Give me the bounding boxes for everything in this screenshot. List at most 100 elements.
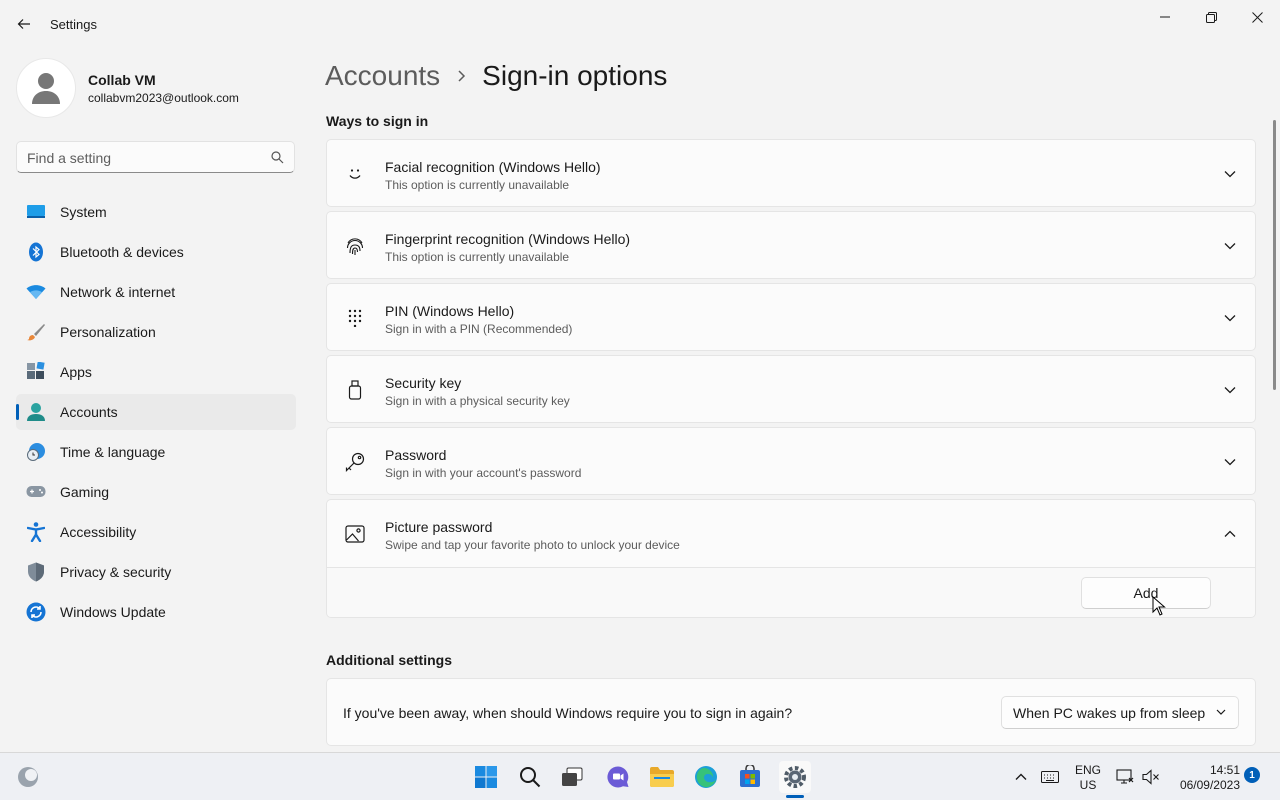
sidebar-item-windows-update[interactable]: Windows Update [16, 594, 296, 630]
language-indicator[interactable]: ENG US [1068, 763, 1108, 793]
user-avatar-icon [32, 73, 60, 104]
store-icon[interactable] [734, 761, 766, 793]
back-button[interactable] [10, 10, 38, 38]
sidebar-item-label: Time & language [60, 444, 166, 460]
card-header[interactable]: PIN (Windows Hello) Sign in with a PIN (… [327, 284, 1255, 351]
chevron-down-icon[interactable] [1223, 383, 1237, 397]
sidebar-item-label: Windows Update [60, 604, 166, 620]
search-icon[interactable] [271, 151, 284, 164]
user-profile: Collab VM collabvm2023@outlook.com [16, 58, 296, 118]
sidebar-item-label: Personalization [60, 324, 156, 340]
sidebar-item-network[interactable]: Network & internet [16, 274, 296, 310]
option-title: PIN (Windows Hello) [385, 303, 515, 319]
chevron-up-icon[interactable] [1006, 761, 1036, 793]
file-explorer-icon[interactable] [646, 761, 678, 793]
avatar [16, 58, 76, 118]
card-header[interactable]: Picture password Swipe and tap your favo… [327, 500, 1255, 567]
option-subtitle: Sign in with a PIN (Recommended) [385, 322, 573, 336]
picture-icon [345, 524, 365, 544]
taskbar: ENG US 14:51 06/09/2023 [0, 752, 1280, 800]
start-icon[interactable] [470, 761, 502, 793]
sidebar-item-bluetooth[interactable]: Bluetooth & devices [16, 234, 296, 270]
card-header[interactable]: Security key Sign in with a physical sec… [327, 356, 1255, 423]
minimize-icon [1160, 16, 1170, 18]
card-header[interactable]: Fingerprint recognition (Windows Hello) … [327, 212, 1255, 279]
brush-icon [26, 322, 46, 342]
sign-in-required-setting: If you've been away, when should Windows… [326, 678, 1256, 746]
option-title: Fingerprint recognition (Windows Hello) [385, 231, 631, 247]
option-subtitle: Sign in with a physical security key [385, 394, 570, 408]
sidebar-item-personalization[interactable]: Personalization [16, 314, 296, 350]
clock-time: 14:51 [1209, 763, 1240, 777]
option-subtitle: This option is currently unavailable [385, 178, 570, 192]
clock[interactable]: 14:51 06/09/2023 [1170, 763, 1240, 793]
sign-in-option-security-key[interactable]: Security key Sign in with a physical sec… [326, 355, 1256, 423]
sidebar-nav: System Bluetooth & devices Network & int… [16, 194, 296, 634]
chevron-right-icon [456, 70, 466, 82]
restore-icon [1205, 11, 1217, 23]
sidebar-item-gaming[interactable]: Gaming [16, 474, 296, 510]
sidebar-item-time-language[interactable]: Time & language [16, 434, 296, 470]
bluetooth-icon [26, 242, 46, 262]
clock-date: 06/09/2023 [1179, 778, 1240, 792]
sign-in-option-picture-password[interactable]: Picture password Swipe and tap your favo… [326, 499, 1256, 618]
sidebar-item-accounts[interactable]: Accounts [16, 394, 296, 430]
gamepad-icon [26, 482, 46, 502]
profile-email: collabvm2023@outlook.com [88, 91, 239, 105]
keyboard-icon[interactable] [1036, 761, 1064, 793]
sign-in-option-pin[interactable]: PIN (Windows Hello) Sign in with a PIN (… [326, 283, 1256, 351]
settings-icon[interactable] [779, 761, 811, 793]
chevron-up-icon[interactable] [1223, 527, 1237, 541]
app-title: Settings [50, 17, 97, 32]
minimize-button[interactable] [1142, 4, 1188, 30]
breadcrumb-parent-link[interactable]: Accounts [325, 60, 440, 92]
option-subtitle: Sign in with your account's password [385, 466, 582, 480]
notification-badge[interactable]: 1 [1244, 767, 1260, 783]
chevron-down-icon[interactable] [1223, 239, 1237, 253]
search-icon[interactable] [514, 761, 546, 793]
page-title: Sign-in options [482, 60, 668, 91]
accessibility-icon [26, 522, 46, 542]
sign-in-option-facial[interactable]: Facial recognition (Windows Hello) This … [326, 139, 1256, 207]
option-title: Facial recognition (Windows Hello) [385, 159, 601, 175]
sidebar-item-label: System [60, 204, 107, 220]
network-icon[interactable] [1112, 761, 1138, 793]
usb-key-icon [345, 380, 365, 400]
back-arrow-icon [17, 19, 30, 29]
add-picture-password-button[interactable]: Add [1081, 577, 1211, 609]
volume-muted-icon[interactable] [1138, 761, 1164, 793]
shield-icon [26, 562, 46, 582]
profile-name: Collab VM [88, 72, 156, 88]
sign-in-option-password[interactable]: Password Sign in with your account's pas… [326, 427, 1256, 495]
sidebar-item-accessibility[interactable]: Accessibility [16, 514, 296, 550]
task-view-icon[interactable] [556, 761, 588, 793]
sidebar-item-system[interactable]: System [16, 194, 296, 230]
language-code: ENG [1074, 763, 1101, 777]
edge-icon[interactable] [690, 761, 722, 793]
chat-icon[interactable] [602, 761, 634, 793]
chevron-down-icon[interactable] [1223, 311, 1237, 325]
option-title: Security key [385, 375, 462, 391]
scrollbar-thumb[interactable] [1273, 120, 1276, 390]
apps-icon [26, 362, 46, 382]
sign-in-option-fingerprint[interactable]: Fingerprint recognition (Windows Hello) … [326, 211, 1256, 279]
search-input[interactable] [27, 148, 267, 168]
chevron-down-icon[interactable] [1223, 455, 1237, 469]
key-icon [345, 452, 365, 472]
search-box [16, 141, 295, 173]
maximize-button[interactable] [1188, 4, 1234, 30]
sidebar-item-apps[interactable]: Apps [16, 354, 296, 390]
picture-password-panel: Add [327, 567, 1255, 617]
chevron-down-icon [1216, 709, 1226, 715]
setting-question: If you've been away, when should Windows… [343, 705, 793, 721]
widgets-icon[interactable] [12, 761, 44, 793]
card-header[interactable]: Facial recognition (Windows Hello) This … [327, 140, 1255, 207]
section-title-additional: Additional settings [326, 652, 452, 668]
sidebar-item-privacy[interactable]: Privacy & security [16, 554, 296, 590]
card-header[interactable]: Password Sign in with your account's pas… [327, 428, 1255, 495]
face-icon [345, 164, 365, 184]
option-title: Picture password [385, 519, 493, 535]
chevron-down-icon[interactable] [1223, 167, 1237, 181]
close-button[interactable] [1234, 4, 1280, 30]
sign-in-required-dropdown[interactable]: When PC wakes up from sleep [1001, 696, 1239, 729]
